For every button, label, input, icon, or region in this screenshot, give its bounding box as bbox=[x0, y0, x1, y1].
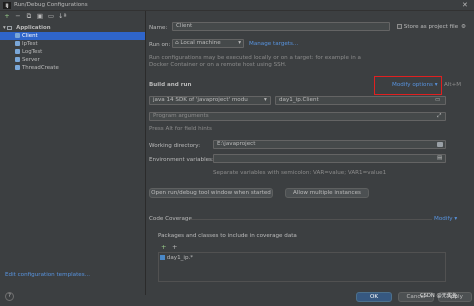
class-icon bbox=[15, 57, 20, 62]
tree-item-label: Server bbox=[22, 57, 40, 63]
open-tool-window-option[interactable]: Open run/debug tool window when started bbox=[149, 188, 273, 198]
minus-icon[interactable]: − bbox=[14, 12, 22, 20]
edit-env-icon[interactable]: ▤ bbox=[437, 155, 442, 161]
allow-multiple-instances-option[interactable]: Allow multiple instances bbox=[285, 188, 369, 198]
env-vars-label: Environment variables: bbox=[149, 157, 214, 163]
run-on-hint: Run configurations may be executed local… bbox=[149, 55, 361, 68]
program-arguments-field[interactable]: Program arguments bbox=[149, 112, 446, 121]
modify-coverage-label: Modify bbox=[434, 216, 453, 222]
working-dir-label: Working directory: bbox=[149, 143, 201, 149]
add-package-icon[interactable]: + bbox=[172, 243, 177, 251]
settings-gear-icon[interactable]: ⚙ bbox=[461, 24, 466, 30]
chevron-down-icon: ▾ bbox=[264, 97, 267, 103]
jdk-value: java 14 SDK of 'javaproject' modu bbox=[153, 97, 248, 103]
help-icon[interactable]: ? bbox=[5, 292, 14, 301]
coverage-list-item[interactable]: day1_ip.* bbox=[160, 255, 193, 261]
tree-item-threadcreate[interactable]: ThreadCreate bbox=[15, 64, 59, 72]
name-field[interactable]: Client bbox=[172, 22, 390, 31]
build-run-title: Build and run bbox=[149, 82, 192, 88]
env-vars-field[interactable] bbox=[213, 154, 446, 163]
coverage-packages-label: Packages and classes to include in cover… bbox=[158, 233, 297, 239]
run-on-value: Local machine bbox=[180, 40, 221, 46]
tree-item-label: IpTest bbox=[22, 41, 38, 47]
modify-options-shortcut: Alt+M bbox=[444, 82, 462, 88]
jdk-select[interactable]: java 14 SDK of 'javaproject' modu bbox=[149, 96, 271, 105]
manage-targets-link[interactable]: Manage targets... bbox=[249, 41, 298, 47]
csdn-watermark: CSDN @无优鱼 bbox=[420, 293, 458, 299]
close-icon[interactable]: ✕ bbox=[462, 1, 468, 9]
window-title: Run/Debug Configurations bbox=[14, 2, 88, 8]
run-on-label: Run on: bbox=[149, 42, 171, 48]
browse-icon[interactable]: ▭ bbox=[435, 97, 440, 103]
tree-item-client[interactable]: Client bbox=[15, 32, 38, 40]
store-project-file-option[interactable]: Store as project file bbox=[397, 24, 458, 30]
working-dir-field[interactable]: E:\javaproject bbox=[213, 140, 446, 149]
coverage-list bbox=[158, 252, 446, 282]
chevron-down-icon: ▾ bbox=[434, 82, 438, 88]
chevron-down-icon: ▾ bbox=[3, 25, 6, 31]
edit-templates-link[interactable]: Edit configuration templates... bbox=[5, 272, 90, 278]
code-coverage-separator bbox=[190, 219, 432, 220]
tree-root-application[interactable]: ▾ Application bbox=[3, 24, 51, 32]
intellij-logo-icon: IJ bbox=[3, 2, 11, 9]
modify-coverage-link[interactable]: Modify ▾ bbox=[434, 216, 457, 222]
plus-icon[interactable]: + bbox=[3, 12, 11, 20]
class-icon bbox=[15, 33, 20, 38]
modify-options-link[interactable]: Modify options ▾ bbox=[392, 82, 438, 88]
sidebar-divider bbox=[145, 11, 146, 295]
save-icon[interactable]: ▣ bbox=[36, 12, 44, 20]
store-project-file-label: Store as project file bbox=[403, 24, 459, 30]
folder-icon[interactable] bbox=[437, 142, 443, 147]
class-icon bbox=[15, 49, 20, 54]
ok-button[interactable]: OK bbox=[356, 292, 392, 302]
coverage-item-label: day1_ip.* bbox=[166, 255, 194, 261]
add-coverage-icon[interactable]: + bbox=[161, 243, 166, 251]
folder-icon[interactable]: ▭ bbox=[47, 12, 55, 20]
copy-icon[interactable]: ⧉ bbox=[25, 12, 33, 21]
program-arguments-placeholder: Program arguments bbox=[153, 113, 209, 119]
code-coverage-title: Code Coverage bbox=[149, 216, 192, 222]
tree-toolbar: + − ⧉ ▣ ▭ ↓ª bbox=[0, 11, 145, 22]
chevron-down-icon: ▾ bbox=[238, 40, 241, 46]
modify-options-label: Modify options bbox=[392, 82, 433, 88]
tree-item-logtest[interactable]: LogTest bbox=[15, 48, 42, 56]
coverage-item-checkbox[interactable] bbox=[160, 255, 165, 260]
name-label: Name: bbox=[149, 25, 168, 31]
tree-item-label: Client bbox=[22, 33, 38, 39]
class-icon bbox=[15, 65, 20, 70]
house-icon: ⌂ bbox=[175, 40, 179, 46]
chevron-down-icon: ▾ bbox=[454, 216, 458, 222]
sort-icon[interactable]: ↓ª bbox=[58, 12, 67, 20]
store-project-file-checkbox[interactable] bbox=[397, 24, 402, 29]
tree-item-server[interactable]: Server bbox=[15, 56, 40, 64]
tree-item-label: LogTest bbox=[22, 49, 43, 55]
env-vars-hint: Separate variables with semicolon: VAR=v… bbox=[213, 170, 387, 176]
tree-root-label: Application bbox=[16, 25, 51, 31]
class-icon bbox=[15, 41, 20, 46]
run-on-select[interactable]: ⌂ Local machine ▾ bbox=[172, 39, 244, 48]
program-args-hint: Press Alt for field hints bbox=[149, 126, 212, 132]
tree-item-label: ThreadCreate bbox=[22, 65, 59, 71]
expand-icon[interactable]: ⤢ bbox=[437, 113, 441, 120]
tree-item-iptest[interactable]: IpTest bbox=[15, 40, 38, 48]
main-class-field[interactable]: day1_ip.Client bbox=[275, 96, 446, 105]
application-icon bbox=[7, 25, 13, 30]
